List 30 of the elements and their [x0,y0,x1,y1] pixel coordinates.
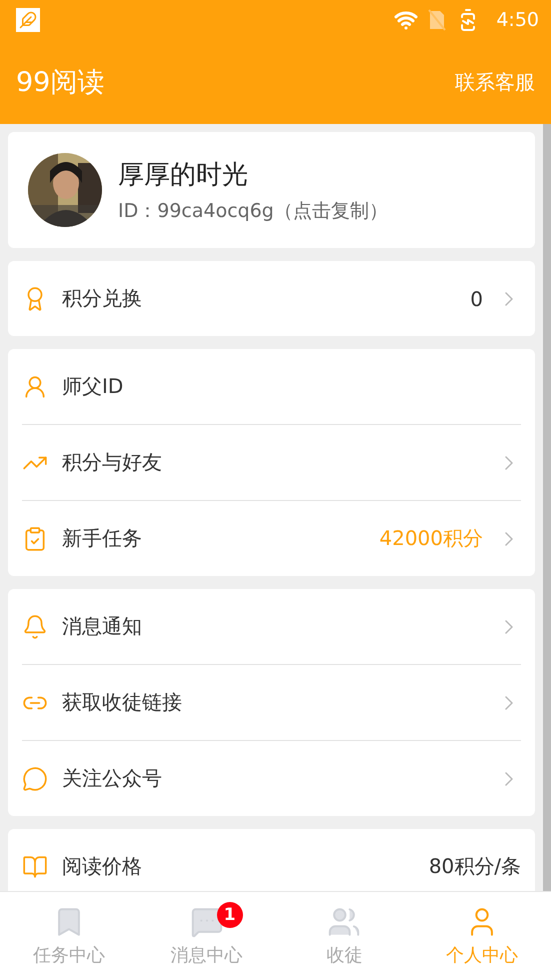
menu-row[interactable]: 消息通知 [22,589,521,665]
menu-value: 80积分/条 [428,853,521,880]
menu-label: 阅读价格 [62,853,143,880]
user-id-copy[interactable]: ID：99ca4ocq6g（点击复制） [118,198,388,224]
menu-row[interactable]: 新手任务 42000积分 [22,501,521,576]
book-icon [22,854,48,880]
chat-icon [22,766,48,792]
bell-icon [22,614,48,640]
nav-tab[interactable]: 消息中心 1 [138,892,276,979]
menu-row[interactable]: 获取收徒链接 [22,665,521,741]
unread-badge: 1 [216,902,243,928]
status-time: 4:50 [496,9,539,31]
menu-row[interactable]: 关注公众号 [22,741,521,816]
menu-label: 积分兑换 [62,285,143,312]
menu-row[interactable]: 积分与好友 [22,425,521,501]
app-title: 99阅读 [16,66,104,100]
menu-row[interactable]: 师父ID [22,349,521,425]
menu-row[interactable]: 阅读价格 80积分/条 [22,829,521,891]
user-name: 厚厚的时光 [118,158,249,192]
menu-label: 获取收徒链接 [62,689,183,716]
menu-label: 师父ID [62,373,124,400]
menu-value: 0 [470,286,483,310]
menu-value: 42000积分 [379,525,483,552]
menu-label: 积分与好友 [62,449,163,476]
menu-row[interactable]: 积分兑换 0 [22,261,521,336]
no-sim-icon [428,9,446,31]
menu-label: 消息通知 [62,613,143,640]
menu-label: 关注公众号 [62,765,163,792]
menu-label: 新手任务 [62,525,143,552]
app-icon [16,8,40,32]
